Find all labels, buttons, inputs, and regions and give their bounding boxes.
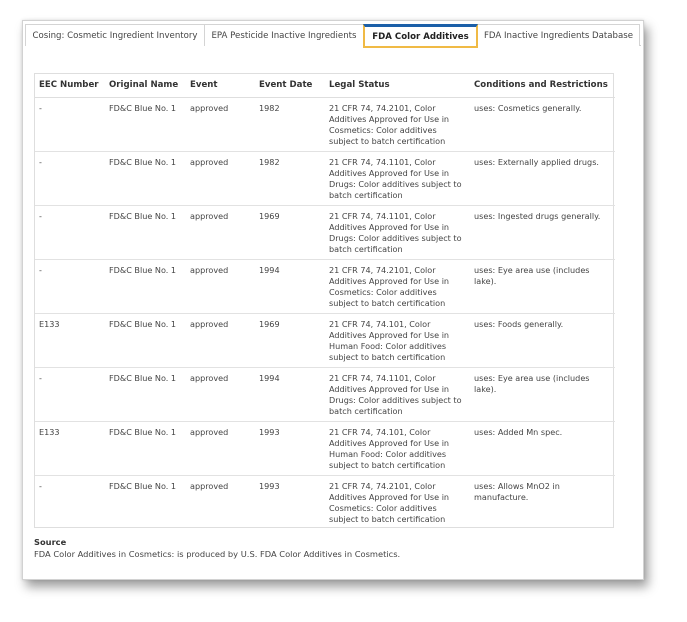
cell-legal-status: 21 CFR 74, 74.2101, Color Additives Appr… [329,480,450,525]
header-eec-number: EEC Number [35,74,105,98]
cell-event: approved [186,151,255,206]
table-row: - FD&C Blue No. 1 approved 1982 21 CFR 7… [35,151,615,206]
cell-eec-number: E133 [35,313,105,368]
cell-event-date: 1994 [255,259,325,314]
cell-conditions: uses: Added Mn spec. [470,421,615,476]
cell-event-date: 1982 [255,151,325,206]
cell-eec-number: - [35,205,105,260]
tab-cosing[interactable]: Cosing: Cosmetic Ingredient Inventory [25,24,205,46]
cell-event: approved [186,97,255,152]
cell-original-name: FD&C Blue No. 1 [105,421,186,476]
cell-legal-status: 21 CFR 74, 74.1101, Color Additives Appr… [325,367,470,422]
cell-event: approved [186,259,255,314]
table-row: - FD&C Blue No. 1 approved 1994 21 CFR 7… [35,367,615,422]
table-row: - FD&C Blue No. 1 approved 1994 21 CFR 7… [35,259,615,314]
header-original-name: Original Name [105,74,186,98]
cell-eec-number: - [35,151,105,206]
cell-legal-status: 21 CFR 74, 74.2101, Color Additives Appr… [325,97,470,152]
source-heading: Source [34,537,67,547]
tab-fda-color-additives[interactable]: FDA Color Additives [363,24,478,48]
cell-eec-number: - [35,259,105,314]
cell-conditions: uses: Eye area use (includes lake). [470,259,615,314]
cell-event-date: 1993 [255,421,325,476]
cell-original-name: FD&C Blue No. 1 [105,205,186,260]
cell-conditions: uses: Cosmetics generally. [470,97,615,152]
cell-eec-number: E133 [35,421,105,476]
panel: Cosing: Cosmetic Ingredient Inventory EP… [22,20,644,580]
cell-legal-status: 21 CFR 74, 74.1101, Color Additives Appr… [325,205,470,260]
cell-conditions: uses: Foods generally. [470,313,615,368]
header-event-date: Event Date [255,74,325,98]
source-text: FDA Color Additives in Cosmetics: is pro… [34,549,401,559]
cell-event: approved [186,205,255,260]
table-header-row: EEC Number Original Name Event Event Dat… [35,74,615,98]
cell-conditions: uses: Ingested drugs generally. [470,205,615,260]
table-row: E133 FD&C Blue No. 1 approved 1969 21 CF… [35,313,615,368]
cell-event: approved [190,480,229,491]
cell-event-date: 1994 [255,367,325,422]
cell-event-date: 1993 [259,480,280,491]
cell-event-date: 1982 [255,97,325,152]
cell-legal-status: 21 CFR 74, 74.101, Color Additives Appro… [325,313,470,368]
tab-fda-inactive-ingredients[interactable]: FDA Inactive Ingredients Database [477,24,640,46]
cell-event-date: 1969 [255,313,325,368]
header-event: Event [186,74,255,98]
cell-event: approved [186,367,255,422]
table-row: - FD&C Blue No. 1 approved 1982 21 CFR 7… [35,97,615,152]
table-row: E133 FD&C Blue No. 1 approved 1993 21 CF… [35,421,615,476]
cell-event-date: 1969 [255,205,325,260]
cell-original-name: FD&C Blue No. 1 [105,151,186,206]
cell-legal-status: 21 CFR 74, 74.101, Color Additives Appro… [325,421,470,476]
cell-legal-status: 21 CFR 74, 74.2101, Color Additives Appr… [325,259,470,314]
color-additives-table: EEC Number Original Name Event Event Dat… [34,73,615,528]
tab-epa-pesticide[interactable]: EPA Pesticide Inactive Ingredients [204,24,364,46]
table-row: - FD&C Blue No. 1 approved 1969 21 CFR 7… [35,205,615,260]
cell-event: approved [186,421,255,476]
header-legal-status: Legal Status [325,74,470,98]
cell-eec-number: - [39,480,42,491]
cell-original-name: FD&C Blue No. 1 [105,97,186,152]
tab-bar: Cosing: Cosmetic Ingredient Inventory EP… [25,24,641,48]
cell-conditions: uses: Allows MnO2 in manufacture. [474,480,560,502]
cell-conditions: uses: Externally applied drugs. [470,151,615,206]
cell-eec-number: - [35,367,105,422]
cell-event: approved [186,313,255,368]
cell-legal-status: 21 CFR 74, 74.1101, Color Additives Appr… [325,151,470,206]
cell-original-name: FD&C Blue No. 1 [105,259,186,314]
cell-conditions: uses: Eye area use (includes lake). [470,367,615,422]
cell-original-name: FD&C Blue No. 1 [105,367,186,422]
table-row: - FD&C Blue No. 1 approved 1993 21 CFR 7… [35,475,615,527]
cell-original-name: FD&C Blue No. 1 [109,480,177,491]
header-conditions: Conditions and Restrictions [470,74,615,98]
cell-original-name: FD&C Blue No. 1 [105,313,186,368]
cell-eec-number: - [35,97,105,152]
